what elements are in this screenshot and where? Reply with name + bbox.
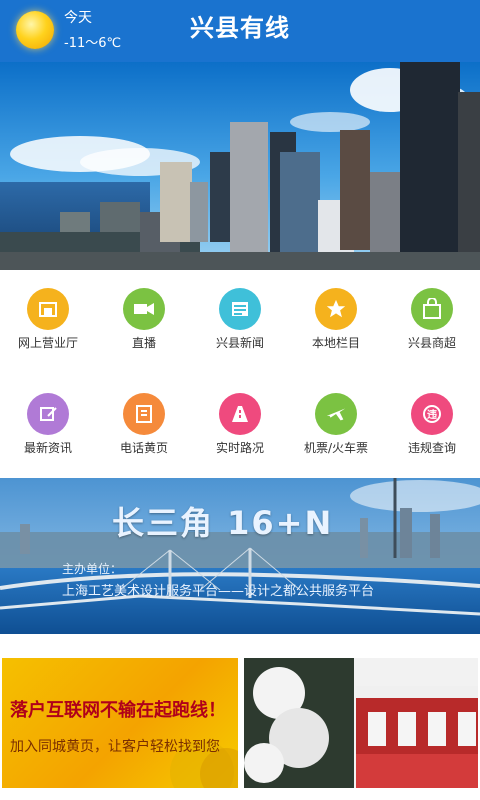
app-header: 今天 -11～6℃ 兴县有线 xyxy=(0,0,480,62)
airplane-icon xyxy=(315,393,357,435)
ad-headline: 落户互联网不输在起跑线！ xyxy=(10,700,226,721)
grid-item-label: 本地栏目 xyxy=(311,336,360,350)
banner-headline: 长三角 16+N xyxy=(112,504,334,542)
grid-item-label: 兴县新闻 xyxy=(215,336,264,350)
grid-item-supermarket[interactable]: 兴县商超 xyxy=(384,270,480,362)
grid-item-violation[interactable]: 违 违规查询 xyxy=(384,375,480,467)
grid-item-label: 机票/火车票 xyxy=(303,441,369,455)
video-camera-icon xyxy=(123,288,165,330)
grid-item-label: 网上营业厅 xyxy=(17,336,78,350)
road-icon xyxy=(219,393,261,435)
phone-book-icon xyxy=(123,393,165,435)
grid-item-news[interactable]: 兴县新闻 xyxy=(192,270,288,362)
grid-item-label: 兴县商超 xyxy=(407,336,456,350)
violation-icon: 违 xyxy=(411,393,453,435)
grid-item-label: 实时路况 xyxy=(215,441,264,455)
city-skyline-banner[interactable] xyxy=(0,62,480,270)
yellow-pages-ad-card[interactable]: 落户互联网不输在起跑线！ 加入同城黄页，让客户轻松找到您 xyxy=(2,658,238,788)
grid-item-label: 违规查询 xyxy=(407,441,456,455)
ad-subline: 加入同城黄页，让客户轻松找到您 xyxy=(10,739,220,755)
promo-banner[interactable]: 长三角 16+N 主办单位： 上海工艺美术设计服务平台——设计之都公共服务平台 xyxy=(0,478,480,634)
banner-subtitle: 主办单位： xyxy=(62,562,123,576)
app-title: 兴县有线 xyxy=(190,14,290,42)
grid-item-tickets[interactable]: 机票/火车票 xyxy=(288,375,384,467)
news-icon xyxy=(219,288,261,330)
grid-item-online-hall[interactable]: 网上营业厅 xyxy=(0,270,96,362)
service-grid: 网上营业厅 直播 兴县新闻 本地栏目 兴县商超 最新资讯 电话黄页 实时路况 机… xyxy=(0,270,480,480)
snow-architecture-card[interactable] xyxy=(244,658,478,788)
svg-text:违: 违 xyxy=(427,408,437,421)
grid-item-label: 最新资讯 xyxy=(23,441,72,455)
edit-note-icon xyxy=(27,393,69,435)
grid-item-traffic[interactable]: 实时路况 xyxy=(192,375,288,467)
grid-item-latest-info[interactable]: 最新资讯 xyxy=(0,375,96,467)
grid-item-label: 电话黄页 xyxy=(119,441,168,455)
grid-item-live[interactable]: 直播 xyxy=(96,270,192,362)
star-icon xyxy=(315,288,357,330)
banner-organizer-line: 上海工艺美术设计服务平台——设计之都公共服务平台 xyxy=(62,584,375,599)
shopping-bag-icon xyxy=(411,288,453,330)
grid-item-yellow-pages[interactable]: 电话黄页 xyxy=(96,375,192,467)
grid-item-local-column[interactable]: 本地栏目 xyxy=(288,270,384,362)
grid-item-label: 直播 xyxy=(131,336,156,350)
storefront-icon xyxy=(27,288,69,330)
